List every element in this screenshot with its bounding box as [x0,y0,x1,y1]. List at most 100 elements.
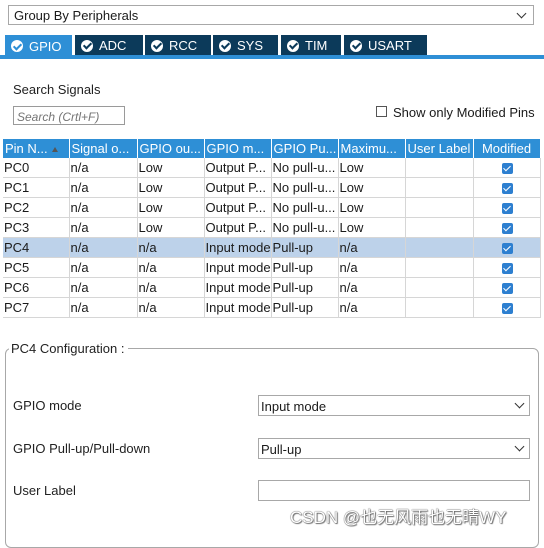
table-row[interactable]: PC6 n/a n/a Input mode Pull-up n/a [3,277,541,298]
user-label-input[interactable] [258,480,530,501]
cell-pin: PC6 [3,277,70,298]
modified-checkbox[interactable] [501,283,513,295]
gpio-pull-label: GPIO Pull-up/Pull-down [13,441,151,456]
show-modified-label: Show only Modified Pins [393,105,535,120]
cell-mode: Output P... [204,217,272,238]
chevron-down-icon [514,441,525,452]
cell-pull: Pull-up [271,277,339,298]
cell-pin: PC1 [3,177,70,198]
cell-mode: Output P... [204,158,272,178]
col-header-max-speed[interactable]: Maximu... [338,139,406,158]
modified-checkbox[interactable] [501,163,513,175]
cell-user-label [405,297,474,318]
tab-usart[interactable]: USART [344,35,427,56]
check-circle-icon [350,39,362,52]
cell-signal: n/a [69,257,138,278]
modified-checkbox[interactable] [501,263,513,275]
table-row[interactable]: PC3 n/a Low Output P... No pull-u... Low [3,217,541,238]
cell-max-speed: n/a [338,237,406,258]
tab-sys[interactable]: SYS [213,35,278,56]
col-header-signal[interactable]: Signal o... [69,139,138,158]
modified-checkbox[interactable] [501,203,513,215]
cell-modified[interactable] [473,257,541,278]
cell-user-label [405,277,474,298]
cell-modified[interactable] [473,277,541,298]
cell-mode: Output P... [204,177,272,198]
gpio-pull-value: Pull-up [261,442,302,457]
cell-pin: PC4 [3,237,70,258]
cell-max-speed: Low [338,197,406,218]
cell-modified[interactable] [473,237,541,258]
table-row[interactable]: PC2 n/a Low Output P... No pull-u... Low [3,197,541,218]
group-by-dropdown[interactable]: Group By Peripherals [8,5,534,25]
cell-modified[interactable] [473,177,541,198]
cell-signal: n/a [69,217,138,238]
table-row[interactable]: PC7 n/a n/a Input mode Pull-up n/a [3,297,541,318]
cell-user-label [405,257,474,278]
cell-output: Low [137,217,205,238]
cell-signal: n/a [69,297,138,318]
tab-label: SYS [237,38,264,53]
cell-signal: n/a [69,177,138,198]
modified-checkbox[interactable] [501,223,513,235]
col-header-gpio-output[interactable]: GPIO ou... [137,139,205,158]
modified-checkbox[interactable] [501,303,513,315]
tab-label: TIM [305,38,328,53]
col-header-user-label[interactable]: User Label [405,139,474,158]
table-row[interactable]: PC0 n/a Low Output P... No pull-u... Low [3,158,541,178]
cell-pin: PC7 [3,297,70,318]
table-row[interactable]: PC5 n/a n/a Input mode Pull-up n/a [3,257,541,278]
cell-pin: PC5 [3,257,70,278]
col-header-gpio-mode[interactable]: GPIO m... [204,139,272,158]
col-header-modified[interactable]: Modified [473,139,541,158]
table-row[interactable]: PC1 n/a Low Output P... No pull-u... Low [3,177,541,198]
check-circle-icon [151,39,163,52]
tab-label: USART [368,38,412,53]
cell-output: Low [137,177,205,198]
user-label-label: User Label [13,483,76,498]
gpio-pull-select[interactable]: Pull-up [258,438,530,459]
tab-underline [0,55,544,59]
cell-signal: n/a [69,277,138,298]
cell-user-label [405,237,474,258]
gpio-mode-select[interactable]: Input mode [258,395,530,416]
cell-modified[interactable] [473,197,541,218]
tab-rcc[interactable]: RCC [145,35,211,56]
tab-adc[interactable]: ADC [75,35,143,56]
watermark-text: CSDN @也无风雨也无晴WY [290,508,507,527]
cell-output: n/a [137,297,205,318]
tab-gpio[interactable]: GPIO [5,35,72,57]
cell-max-speed: n/a [338,297,406,318]
tab-label: RCC [169,38,198,53]
modified-checkbox[interactable] [501,183,513,195]
cell-modified[interactable] [473,297,541,318]
cell-signal: n/a [69,158,138,178]
cell-modified[interactable] [473,217,541,238]
cell-max-speed: n/a [338,257,406,278]
cell-user-label [405,217,474,238]
col-header-pin[interactable]: Pin N... [3,139,70,158]
cell-output: n/a [137,237,205,258]
tab-tim[interactable]: TIM [281,35,341,56]
cell-user-label [405,177,474,198]
check-circle-icon [287,39,299,52]
cell-signal: n/a [69,197,138,218]
col-header-gpio-pull[interactable]: GPIO Pu... [271,139,339,158]
tab-label: ADC [99,38,127,53]
modified-checkbox[interactable] [501,243,513,255]
search-input[interactable] [13,106,125,125]
cell-signal: n/a [69,237,138,258]
configuration-title: PC4 Configuration : [9,341,129,356]
search-signals-title: Search Signals [13,82,101,97]
cell-pull: No pull-u... [271,197,339,218]
cell-mode: Input mode [204,277,272,298]
group-by-value: Group By Peripherals [14,8,139,23]
cell-pull: Pull-up [271,297,339,318]
cell-modified[interactable] [473,158,541,178]
show-modified-checkbox[interactable] [376,106,387,117]
peripheral-tab-bar: GPIO ADC RCC SYS TIM USART [0,35,544,57]
cell-max-speed: Low [338,158,406,178]
cell-pull: Pull-up [271,257,339,278]
cell-pin: PC2 [3,197,70,218]
table-row-selected[interactable]: PC4 n/a n/a Input mode Pull-up n/a [3,237,541,258]
